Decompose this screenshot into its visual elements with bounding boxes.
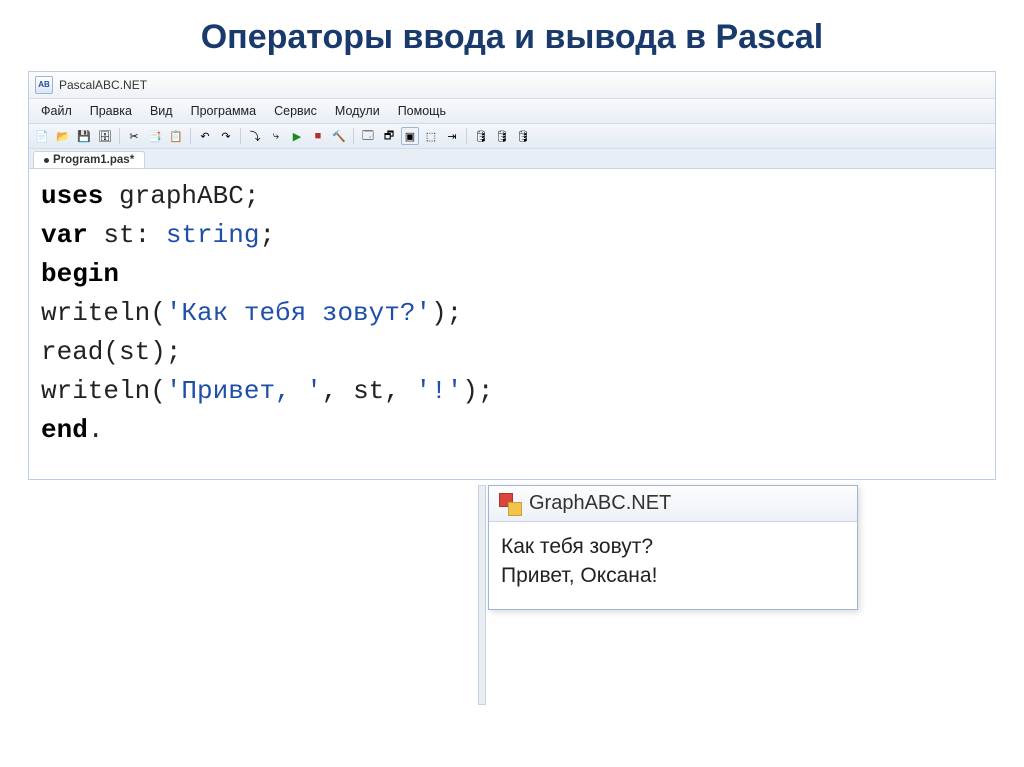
cut-icon[interactable]: ✂ <box>125 127 143 145</box>
compile-icon[interactable]: 🔨 <box>330 127 348 145</box>
copy-icon[interactable]: 📑 <box>146 127 164 145</box>
separator <box>353 128 354 144</box>
ide-window: AB PascalABC.NET Файл Правка Вид Програм… <box>28 71 996 480</box>
run-icon[interactable]: ▶ <box>288 127 306 145</box>
scrollbar[interactable] <box>478 485 486 705</box>
stepin-icon[interactable]: ⤷ <box>267 127 285 145</box>
separator <box>240 128 241 144</box>
menu-edit[interactable]: Правка <box>82 102 140 120</box>
paste-icon[interactable]: 📋 <box>167 127 185 145</box>
menu-view[interactable]: Вид <box>142 102 181 120</box>
menu-file[interactable]: Файл <box>33 102 80 120</box>
stepover-icon[interactable]: ⤵ <box>246 127 264 145</box>
output-line: Как тебя зовут? <box>501 532 845 561</box>
redo-icon[interactable]: ↷ <box>217 127 235 145</box>
window1-icon[interactable]: 🗔 <box>359 127 377 145</box>
panel-icon[interactable]: ⬚ <box>422 127 440 145</box>
box-icon[interactable]: ▣ <box>401 127 419 145</box>
tab-label: Program1.pas* <box>53 154 134 166</box>
saveall-icon[interactable]: 🗄 <box>96 127 114 145</box>
tab-program1[interactable]: Program1.pas* <box>33 151 145 168</box>
output-body: Как тебя зовут? Привет, Оксана! <box>489 522 857 609</box>
modified-dot-icon <box>44 158 49 163</box>
tabbar: Program1.pas* <box>29 149 995 169</box>
output-line: Привет, Оксана! <box>501 561 845 590</box>
separator <box>119 128 120 144</box>
window2-icon[interactable]: 🗗 <box>380 127 398 145</box>
output-titlebar: GraphABC.NET <box>489 486 857 522</box>
separator <box>466 128 467 144</box>
menu-program[interactable]: Программа <box>183 102 265 120</box>
code-line: var st: string; <box>41 216 983 255</box>
stop-icon[interactable]: ■ <box>309 127 327 145</box>
code-line: begin <box>41 255 983 294</box>
menu-service[interactable]: Сервис <box>266 102 325 120</box>
code-line: read(st); <box>41 333 983 372</box>
code-line: writeln('Как тебя зовут?'); <box>41 294 983 333</box>
toolbar: 📄 📂 💾 🗄 ✂ 📑 📋 ↶ ↷ ⤵ ⤷ ▶ ■ 🔨 🗔 🗗 ▣ ⬚ ⇥ 🛢 … <box>29 124 995 149</box>
menubar: Файл Правка Вид Программа Сервис Модули … <box>29 99 995 124</box>
menu-help[interactable]: Помощь <box>390 102 454 120</box>
code-editor[interactable]: uses graphABC; var st: string; begin wri… <box>29 169 995 479</box>
separator <box>190 128 191 144</box>
db1-icon[interactable]: 🛢 <box>472 127 490 145</box>
app-title: PascalABC.NET <box>59 78 147 92</box>
save-icon[interactable]: 💾 <box>75 127 93 145</box>
titlebar: AB PascalABC.NET <box>29 72 995 99</box>
db3-icon[interactable]: 🛢 <box>514 127 532 145</box>
slide-title: Операторы ввода и вывода в Pascal <box>0 0 1024 71</box>
undo-icon[interactable]: ↶ <box>196 127 214 145</box>
db2-icon[interactable]: 🛢 <box>493 127 511 145</box>
new-icon[interactable]: 📄 <box>33 127 51 145</box>
menu-modules[interactable]: Модули <box>327 102 388 120</box>
code-line: writeln('Привет, ', st, '!'); <box>41 372 983 411</box>
app-icon: AB <box>35 76 53 94</box>
output-title: GraphABC.NET <box>529 492 671 515</box>
graphabc-icon <box>499 493 521 515</box>
code-line: end. <box>41 411 983 450</box>
toend-icon[interactable]: ⇥ <box>443 127 461 145</box>
open-icon[interactable]: 📂 <box>54 127 72 145</box>
output-window: GraphABC.NET Как тебя зовут? Привет, Окс… <box>488 485 858 610</box>
code-line: uses graphABC; <box>41 177 983 216</box>
